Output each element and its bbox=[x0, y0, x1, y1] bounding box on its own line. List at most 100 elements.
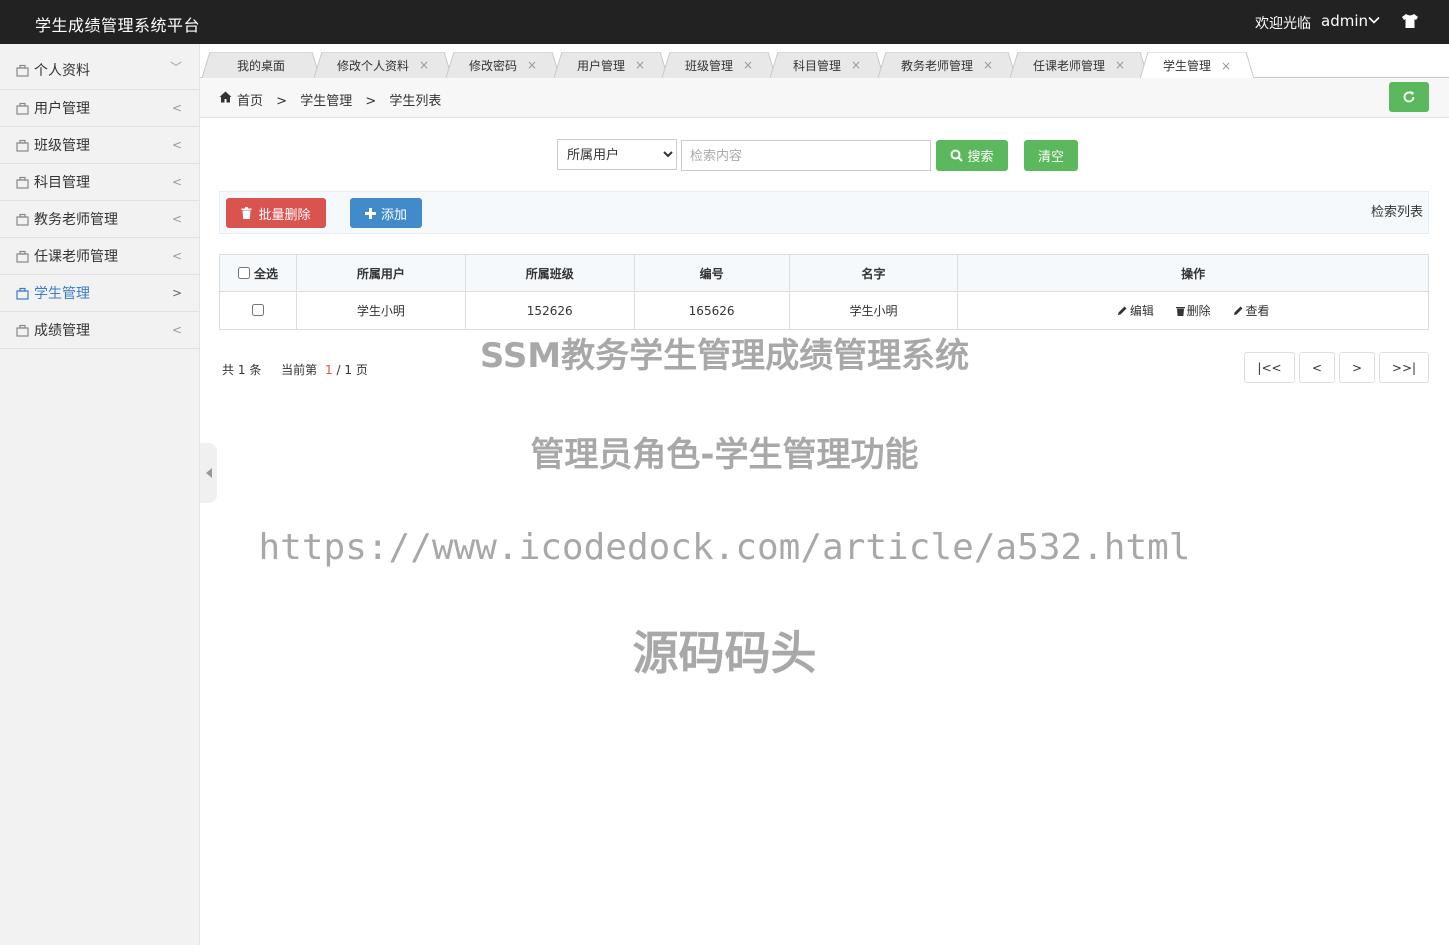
search-icon bbox=[950, 149, 964, 162]
tab-academic-teacher-management[interactable]: 教务老师管理 × bbox=[878, 52, 1016, 78]
tab-edit-profile[interactable]: 修改个人资料 × bbox=[314, 52, 452, 78]
table-row: 学生小明 152626 165626 学生小明 编辑 删除 查看 bbox=[219, 291, 1429, 330]
list-title: 检索列表 bbox=[1370, 205, 1423, 220]
search-button[interactable]: 搜索 bbox=[936, 140, 1008, 171]
column-header: 编号 bbox=[633, 254, 790, 292]
tab-class-management[interactable]: 班级管理 × bbox=[662, 52, 776, 78]
add-button[interactable]: 添加 bbox=[350, 198, 422, 228]
row-checkbox[interactable] bbox=[251, 303, 264, 316]
breadcrumb: 首页 > 学生管理 > 学生列表 bbox=[200, 78, 1449, 118]
column-header: 所属班级 bbox=[464, 254, 635, 292]
student-table: 全选 所属用户 所属班级 编号 名字 操作 学生小明 152626 165626… bbox=[219, 254, 1429, 330]
select-all-label: 全选 bbox=[254, 266, 279, 281]
watermark-title: SSM教务学生管理成绩管理系统 bbox=[479, 336, 970, 376]
tab-subject-management[interactable]: 科目管理 × bbox=[770, 52, 884, 78]
sidebar-item-label: 用户管理 bbox=[34, 101, 90, 117]
briefcase-icon bbox=[16, 287, 29, 300]
clear-button[interactable]: 清空 bbox=[1024, 140, 1078, 171]
breadcrumb-separator: > bbox=[365, 94, 377, 109]
briefcase-icon bbox=[16, 176, 29, 189]
close-icon[interactable]: × bbox=[743, 58, 753, 72]
briefcase-icon bbox=[16, 250, 29, 263]
sidebar-item-label: 科目管理 bbox=[34, 175, 90, 191]
sidebar-item-academic-teachers[interactable]: 教务老师管理 < bbox=[0, 201, 199, 238]
search-input[interactable] bbox=[681, 140, 931, 171]
tab-desktop[interactable]: 我的桌面 bbox=[202, 52, 320, 78]
top-header: 学生成绩管理系统平台 欢迎光临 admin bbox=[0, 0, 1449, 44]
watermark-subtitle: 管理员角色-学生管理功能 bbox=[530, 435, 919, 475]
edit-link[interactable]: 编辑 bbox=[1117, 304, 1158, 318]
view-label: 查看 bbox=[1245, 304, 1270, 318]
refresh-button[interactable] bbox=[1389, 82, 1429, 112]
pencil-icon bbox=[1233, 306, 1243, 315]
breadcrumb-level2: 学生列表 bbox=[389, 94, 442, 109]
briefcase-icon bbox=[16, 64, 29, 77]
sidebar-item-classes[interactable]: 班级管理 < bbox=[0, 127, 199, 164]
chevron-left-icon: < bbox=[171, 212, 182, 226]
batch-delete-label: 批量删除 bbox=[258, 206, 311, 222]
chevron-right-icon: > bbox=[171, 286, 182, 300]
sidebar-item-users[interactable]: 用户管理 < bbox=[0, 90, 199, 127]
search-field-select[interactable]: 所属用户 bbox=[557, 139, 677, 170]
user-menu[interactable]: admin bbox=[1321, 12, 1368, 30]
plus-icon bbox=[364, 207, 376, 219]
briefcase-icon bbox=[16, 213, 29, 226]
close-icon[interactable]: × bbox=[1221, 59, 1231, 73]
tab-label: 用户管理 bbox=[576, 58, 625, 73]
sidebar-item-label: 班级管理 bbox=[34, 138, 90, 154]
chevron-down-icon: ﹀ bbox=[169, 60, 182, 74]
view-link[interactable]: 查看 bbox=[1233, 304, 1270, 318]
trash-icon bbox=[1175, 307, 1185, 316]
close-icon[interactable]: × bbox=[419, 58, 429, 72]
home-icon bbox=[219, 91, 232, 103]
close-icon[interactable]: × bbox=[527, 58, 537, 72]
column-header: 名字 bbox=[788, 254, 959, 292]
tab-label: 班级管理 bbox=[684, 58, 733, 73]
batch-delete-button[interactable]: 批量删除 bbox=[226, 198, 326, 228]
pencil-icon bbox=[1117, 306, 1127, 315]
sidebar-item-course-teachers[interactable]: 任课老师管理 < bbox=[0, 238, 199, 275]
tab-label: 修改密码 bbox=[468, 58, 517, 73]
sidebar-item-students[interactable]: 学生管理 > bbox=[0, 275, 199, 312]
close-icon[interactable]: × bbox=[983, 58, 993, 72]
cell-class: 152626 bbox=[464, 291, 635, 330]
list-toolbar: 批量删除 添加 检索列表 bbox=[219, 191, 1429, 234]
tab-course-teacher-management[interactable]: 任课老师管理 × bbox=[1010, 52, 1148, 78]
tab-bar: 我的桌面 修改个人资料 × 修改密码 × 用户管理 × 班级管理 × 科目管理 … bbox=[200, 44, 1449, 79]
close-icon[interactable]: × bbox=[635, 58, 645, 72]
tab-change-password[interactable]: 修改密码 × bbox=[446, 52, 560, 78]
search-button-label: 搜索 bbox=[967, 149, 994, 164]
sidebar-item-label: 学生管理 bbox=[34, 286, 90, 302]
cell-number: 165626 bbox=[633, 291, 790, 330]
briefcase-icon bbox=[16, 139, 29, 152]
sidebar-item-label: 任课老师管理 bbox=[34, 249, 118, 265]
sidebar-item-label: 教务老师管理 bbox=[34, 212, 118, 228]
close-icon[interactable]: × bbox=[1115, 58, 1125, 72]
delete-link[interactable]: 删除 bbox=[1175, 304, 1215, 318]
row-select-cell bbox=[219, 291, 297, 330]
chevron-down-icon[interactable] bbox=[1367, 13, 1381, 27]
tab-user-management[interactable]: 用户管理 × bbox=[554, 52, 668, 78]
trash-icon bbox=[241, 207, 252, 219]
tab-label: 科目管理 bbox=[792, 58, 841, 73]
sidebar-item-subjects[interactable]: 科目管理 < bbox=[0, 164, 199, 201]
watermark-source: 源码码头 bbox=[632, 626, 817, 680]
tab-label: 我的桌面 bbox=[236, 58, 285, 73]
sidebar-item-profile[interactable]: 个人资料 ﹀ bbox=[0, 44, 199, 90]
refresh-icon bbox=[1403, 91, 1415, 103]
breadcrumb-level1[interactable]: 学生管理 bbox=[300, 94, 352, 109]
welcome-text: 欢迎光临 bbox=[1255, 16, 1311, 32]
clear-button-label: 清空 bbox=[1037, 149, 1064, 164]
column-header: 所属用户 bbox=[295, 254, 466, 292]
breadcrumb-home[interactable]: 首页 bbox=[237, 94, 263, 109]
close-icon[interactable]: × bbox=[851, 58, 861, 72]
cell-name: 学生小明 bbox=[788, 291, 959, 330]
tshirt-icon[interactable] bbox=[1401, 13, 1419, 29]
tab-label: 修改个人资料 bbox=[336, 58, 409, 73]
cell-user: 学生小明 bbox=[295, 291, 466, 330]
tab-student-management[interactable]: 学生管理 × bbox=[1140, 52, 1254, 79]
sidebar-item-label: 个人资料 bbox=[34, 63, 90, 79]
delete-label: 删除 bbox=[1186, 304, 1211, 318]
select-all-checkbox[interactable] bbox=[237, 266, 250, 279]
table-header-row: 全选 所属用户 所属班级 编号 名字 操作 bbox=[219, 254, 1429, 292]
